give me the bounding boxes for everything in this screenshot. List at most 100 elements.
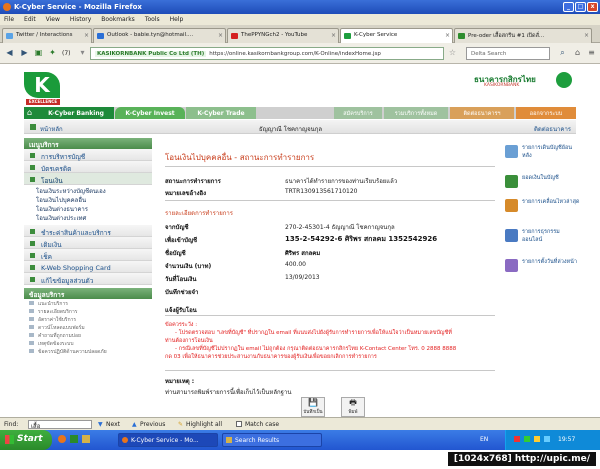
- tab-kcyber-invest[interactable]: K-Cyber Invest: [115, 107, 185, 119]
- quick-link-online[interactable]: รายการธุรกรรมออนไลน์: [505, 226, 580, 256]
- menu-history[interactable]: History: [70, 16, 91, 25]
- quick-link-label: รายการเดินบัญชีย้อนหลัง: [522, 145, 573, 159]
- quick-links-panel: รายการเดินบัญชีย้อนหลัง ยอดเงินในบัญชี ร…: [505, 142, 580, 322]
- taskbar: Start K-Cyber Service - Mo... Search Res…: [0, 430, 600, 450]
- close-tab-icon[interactable]: ×: [445, 32, 450, 39]
- sidebar-item-shopping-card[interactable]: K-Web Shopping Card: [24, 261, 152, 273]
- sidebar-item-transfer[interactable]: โอนเงิน: [24, 173, 152, 185]
- close-tab-icon[interactable]: ×: [84, 32, 89, 39]
- close-tab-icon[interactable]: ×: [584, 32, 589, 39]
- task-firefox[interactable]: K-Cyber Service - Mo...: [118, 433, 218, 447]
- tab-kcyber-trade[interactable]: K-Cyber Trade: [186, 107, 256, 119]
- home-icon[interactable]: ⌂: [571, 47, 584, 60]
- menu-icon[interactable]: ≡: [585, 47, 598, 60]
- sidebar-item-payment[interactable]: ชำระค่าสินค้าและบริการ: [24, 225, 152, 237]
- sidebar-item-cheque[interactable]: เช็ค: [24, 249, 152, 261]
- to-account-label: เพื่อเข้าบัญชี: [165, 237, 198, 244]
- menu-view[interactable]: View: [46, 16, 60, 25]
- maximize-button[interactable]: □: [575, 2, 586, 12]
- sidebar-item-account[interactable]: การบริหารบัญชี: [24, 149, 152, 161]
- info-item[interactable]: เหตุขัดข้องระบบ: [24, 339, 152, 347]
- highlight-all-button[interactable]: Highlight all: [186, 421, 222, 428]
- match-case-checkbox[interactable]: [236, 421, 242, 427]
- youtube-icon: [231, 33, 238, 39]
- sidebar-subitem-other[interactable]: โอนเงินไปบุคคลอื่น: [24, 194, 152, 204]
- sidebar-item-topup[interactable]: เติมเงิน: [24, 237, 152, 249]
- bookmark-icon[interactable]: ▣: [32, 47, 45, 60]
- sidebar-item-label: การบริหารบัญชี: [41, 153, 86, 161]
- site-identity[interactable]: KASIKORNBANK Public Co Ltd (TH): [95, 51, 207, 57]
- menu-bar: File Edit View History Bookmarks Tools H…: [0, 14, 600, 25]
- firefox-quicklaunch-icon[interactable]: [58, 435, 66, 443]
- task-search-results[interactable]: Search Results: [222, 433, 322, 447]
- warning-line: กด 03 เพื่อให้ธนาคารช่วยประสานงานกับธนาค…: [165, 354, 377, 360]
- tab-outlook[interactable]: Outlook - babie.tyn@hotmail.... ×: [93, 28, 226, 43]
- tray-icon[interactable]: [544, 436, 550, 442]
- link-contact[interactable]: ติดต่อธนาคารฯ: [450, 107, 514, 119]
- search-input[interactable]: Delta Search: [466, 47, 550, 60]
- link-all-services[interactable]: รวมบริการทั้งหมด: [384, 107, 448, 119]
- info-item[interactable]: แนะนำบริการ: [24, 299, 152, 307]
- sidebar-item-profile[interactable]: แก้ไขข้อมูลส่วนตัว: [24, 273, 152, 285]
- info-item[interactable]: ดาวน์โหลดแบบฟอร์ม: [24, 323, 152, 331]
- quick-link-scheduled[interactable]: รายการตั้งวันที่ล่วงหน้า: [505, 256, 580, 286]
- link-logout[interactable]: ออกจากระบบ: [516, 107, 576, 119]
- tab-kcyber-banking[interactable]: K-Cyber Banking: [38, 107, 114, 119]
- tab-preorder[interactable]: Pre-oder เสื้อสกรีน #1 เปิดสั่... ×: [454, 28, 592, 43]
- previous-icon: ▲: [132, 421, 137, 428]
- quicklaunch-icon[interactable]: [82, 435, 90, 443]
- print-button[interactable]: 🖶 พิมพ์: [341, 397, 365, 417]
- tab-label: ThePPYNGch2 - YouTube: [241, 32, 308, 38]
- back-icon[interactable]: ◀: [3, 47, 16, 60]
- addon-icon[interactable]: ✦: [46, 47, 59, 60]
- next-button[interactable]: Next: [106, 421, 120, 428]
- task-label: K-Cyber Service - Mo...: [131, 437, 199, 444]
- save-button[interactable]: 💾 บันทึกเป็น: [301, 397, 325, 417]
- close-tab-icon[interactable]: ×: [218, 32, 223, 39]
- quick-link-label: รายการตั้งวันที่ล่วงหน้า: [522, 259, 577, 265]
- close-button[interactable]: x: [587, 2, 598, 12]
- navigation-bar: ◀ ▶ ▣ ✦ (7) ▾ KASIKORNBANK Public Co Ltd…: [0, 43, 600, 64]
- home-tab[interactable]: ⌂: [24, 107, 38, 119]
- tab-twitter[interactable]: Twitter / Interactions ×: [2, 28, 92, 43]
- tray-icon[interactable]: [524, 436, 530, 442]
- quick-link-recent[interactable]: รายการเคลื่อนไหวล่าสุด: [505, 196, 580, 226]
- info-item[interactable]: คำถามที่ถูกถามบ่อย: [24, 331, 152, 339]
- reference-value: TRTR130913561710120: [285, 188, 358, 195]
- tab-kcyber[interactable]: K-Cyber Service ×: [340, 28, 453, 43]
- save-icon: 💾: [308, 398, 318, 407]
- breadcrumb-home[interactable]: หน้าหลัก: [40, 124, 63, 134]
- menu-bookmarks[interactable]: Bookmarks: [101, 16, 135, 25]
- language-indicator[interactable]: EN: [480, 436, 488, 443]
- info-item[interactable]: รายละเอียดบริการ: [24, 307, 152, 315]
- contact-link[interactable]: ติดต่อธนาคาร: [534, 124, 571, 134]
- quick-link-statement[interactable]: รายการเดินบัญชีย้อนหลัง: [505, 142, 580, 172]
- sidebar-item-credit-card[interactable]: บัตรเครดิต: [24, 161, 152, 173]
- menu-edit[interactable]: Edit: [24, 16, 36, 25]
- find-input[interactable]: เสื้อ: [28, 420, 92, 430]
- start-button[interactable]: Start: [0, 430, 52, 450]
- previous-button[interactable]: Previous: [140, 421, 165, 428]
- menu-tools[interactable]: Tools: [145, 16, 160, 25]
- sidebar-subitem-own[interactable]: โอนเงินระหว่างบัญชีตนเอง: [24, 185, 152, 195]
- tray-icon[interactable]: [514, 436, 520, 442]
- star-icon[interactable]: ☆: [446, 47, 459, 60]
- quicklaunch-icon[interactable]: [70, 435, 78, 443]
- link-register[interactable]: สมัครบริการ: [334, 107, 382, 119]
- forward-icon[interactable]: ▶: [18, 47, 31, 60]
- close-tab-icon[interactable]: ×: [331, 32, 336, 39]
- search-icon[interactable]: ⌕: [556, 47, 569, 60]
- sidebar-subitem-interbank[interactable]: โอนเงินต่างธนาคาร: [24, 203, 152, 213]
- dropdown-icon[interactable]: ▾: [76, 47, 89, 60]
- info-item[interactable]: ข้อควรปฏิบัติด้านความปลอดภัย: [24, 347, 152, 355]
- tray-icon[interactable]: [534, 436, 540, 442]
- menu-file[interactable]: File: [4, 16, 14, 25]
- info-item[interactable]: อัตราค่าใช้บริการ: [24, 315, 152, 323]
- tab-youtube[interactable]: ThePPYNGch2 - YouTube ×: [227, 28, 339, 43]
- sidebar-item-label: K-Web Shopping Card: [41, 264, 111, 272]
- minimize-button[interactable]: _: [563, 2, 574, 12]
- sidebar-subitem-international[interactable]: โอนเงินต่างประเทศ: [24, 212, 152, 222]
- kbank-logo[interactable]: K EXCELLENCE: [24, 72, 60, 106]
- address-bar[interactable]: KASIKORNBANK Public Co Ltd (TH) https://o…: [90, 47, 444, 60]
- menu-help[interactable]: Help: [170, 16, 184, 25]
